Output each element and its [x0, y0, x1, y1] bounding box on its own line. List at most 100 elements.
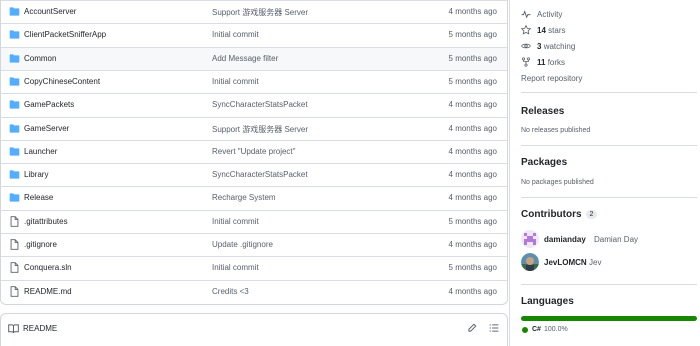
file-row[interactable]: ClientPacketSnifferApp Initial commit 5 mo…	[1, 23, 507, 46]
file-row[interactable]: Common Add Message filter 5 months ago	[1, 46, 507, 70]
contributor-login: JevLOMCN	[544, 258, 587, 267]
file-name-link[interactable]: Common	[24, 54, 56, 63]
file-row[interactable]: .gitattributes Initial commit 5 months ago	[1, 209, 507, 233]
folder-icon	[9, 53, 20, 64]
commit-message-link[interactable]: Initial commit	[212, 217, 259, 226]
file-name-link[interactable]: AccountServer	[24, 7, 76, 16]
avatar	[521, 230, 539, 248]
commit-message-link[interactable]: Initial commit	[212, 77, 259, 86]
repo-sidebar: Activity 14 stars 3 watching 11 forks Re…	[509, 0, 700, 346]
commit-time: 4 months ago	[448, 123, 497, 133]
commit-message-link[interactable]: Update .gitignore	[212, 240, 273, 249]
commit-time: 4 months ago	[448, 170, 497, 180]
releases-empty: No releases published	[521, 127, 591, 134]
file-name-link[interactable]: Library	[24, 170, 48, 179]
folder-icon	[9, 123, 20, 134]
contributors-heading[interactable]: Contributors 2	[521, 209, 598, 220]
file-row[interactable]: CopyChineseContent Initial commit 5 months…	[1, 69, 507, 93]
folder-icon	[9, 146, 20, 157]
file-icon	[9, 239, 20, 250]
packages-empty: No packages published	[521, 179, 594, 186]
packages-heading[interactable]: Packages	[521, 157, 567, 168]
commit-message-link[interactable]: Revert "Update project"	[212, 147, 296, 156]
folder-icon	[9, 76, 20, 87]
commit-message-link[interactable]: Initial commit	[212, 30, 259, 39]
contributor-name: Jev	[589, 258, 602, 267]
contributors-title: Contributors	[521, 209, 582, 220]
commit-time: 5 months ago	[448, 76, 497, 86]
commit-time: 5 months ago	[448, 263, 497, 273]
file-name-link[interactable]: README.md	[24, 287, 72, 296]
file-name-link[interactable]: ClientPacketSnifferApp	[24, 30, 106, 39]
file-row[interactable]: Release Recharge System 4 months ago	[1, 186, 507, 209]
contributors-count: 2	[585, 210, 598, 219]
separator	[521, 284, 697, 285]
file-name-link[interactable]: GamePackets	[24, 100, 74, 109]
eye-icon	[521, 43, 531, 49]
file-row[interactable]: GameServer Support 游戏服务器 Server 4 months a…	[1, 116, 507, 140]
commit-time: 5 months ago	[448, 30, 497, 40]
language-bar	[521, 316, 697, 321]
pencil-icon[interactable]	[467, 323, 477, 333]
forks-count: 11	[537, 58, 546, 67]
file-row[interactable]: Conquera.sln Initial commit 5 months ago	[1, 256, 507, 279]
file-row[interactable]: Launcher Revert "Update project" 4 months …	[1, 139, 507, 163]
language-name: C#	[532, 326, 541, 333]
separator	[521, 92, 697, 93]
commit-time: 4 months ago	[448, 193, 497, 203]
commit-message-link[interactable]: Initial commit	[212, 263, 259, 272]
pulse-icon	[521, 10, 531, 19]
commit-message-link[interactable]: Credits <3	[212, 287, 249, 296]
file-icon	[9, 285, 20, 297]
file-name-link[interactable]: Conquera.sln	[24, 263, 72, 272]
commit-time: 4 months ago	[448, 146, 497, 156]
releases-heading[interactable]: Releases	[521, 106, 564, 117]
file-name-link[interactable]: CopyChineseContent	[24, 77, 100, 86]
file-name-link[interactable]: GameServer	[24, 124, 69, 133]
file-row[interactable]: Library SyncCharacterStatsPacket 4 months …	[1, 163, 507, 186]
file-list: AccountServer Support 游戏服务器 Server 4 month…	[0, 0, 508, 305]
folder-icon	[9, 29, 20, 40]
watching-count: 3	[537, 42, 542, 51]
report-label: Report repository	[521, 74, 583, 83]
commit-message-link[interactable]: SyncCharacterStatsPacket	[212, 170, 308, 179]
commit-time: 4 months ago	[448, 7, 497, 16]
commit-message-link[interactable]: SyncCharacterStatsPacket	[212, 100, 308, 109]
commit-message-link[interactable]: Add Message filter	[212, 54, 278, 63]
list-icon[interactable]	[489, 323, 499, 333]
file-icon	[9, 215, 20, 227]
file-row[interactable]: README.md Credits <3 4 months ago	[1, 279, 507, 303]
star-icon	[521, 25, 531, 35]
contributor-name: Damian Day	[594, 235, 639, 244]
file-name-link[interactable]: .gitignore	[24, 240, 57, 249]
forks-label: forks	[547, 58, 566, 67]
file-row[interactable]: AccountServer Support 游戏服务器 Server 4 month…	[1, 0, 507, 23]
file-row[interactable]: .gitignore Update .gitignore 4 months ago	[1, 233, 507, 256]
commit-message-link[interactable]: Support 游戏服务器 Server	[212, 7, 308, 18]
commit-message-link[interactable]: Support 游戏服务器 Server	[212, 124, 308, 135]
commit-message-link[interactable]: Recharge System	[212, 193, 276, 202]
stars-label: stars	[548, 26, 566, 35]
separator	[521, 197, 697, 198]
file-name-link[interactable]: Release	[24, 193, 53, 202]
file-row[interactable]: GamePackets SyncCharacterStatsPacket 4 mon…	[1, 93, 507, 116]
commit-time: 4 months ago	[448, 240, 497, 249]
language-color-dot	[522, 327, 528, 333]
file-icon	[9, 262, 20, 274]
file-name-link[interactable]: .gitattributes	[24, 217, 68, 226]
fork-icon	[521, 57, 531, 67]
file-name-link[interactable]: Launcher	[24, 147, 57, 156]
folder-icon	[9, 99, 20, 110]
folder-icon	[9, 6, 20, 17]
commit-time: 4 months ago	[448, 286, 497, 296]
languages-heading: Languages	[521, 296, 574, 307]
commit-time: 5 months ago	[448, 216, 497, 226]
readme-tab[interactable]: README	[23, 324, 57, 333]
book-icon	[8, 324, 19, 334]
activity-label: Activity	[537, 10, 563, 19]
contributor-login: damianday	[544, 235, 586, 244]
avatar	[521, 253, 539, 271]
separator	[521, 145, 697, 146]
stars-count: 14	[537, 26, 546, 35]
readme-header: README	[0, 313, 508, 346]
